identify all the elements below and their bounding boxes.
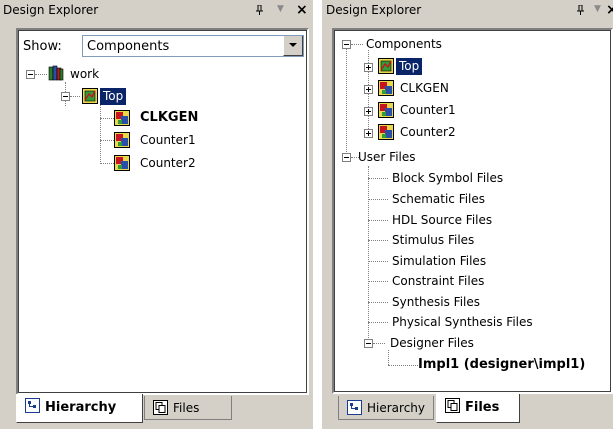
panel-title: Design Explorer: [3, 3, 99, 17]
tree-item-designer-files[interactable]: Designer Files: [390, 336, 474, 351]
tree-line: [368, 240, 388, 241]
tree-line: [368, 261, 388, 262]
tree-item-hdl-source-files[interactable]: HDL Source Files: [392, 213, 492, 228]
top-module-icon: [82, 88, 98, 104]
collapse-toggle[interactable]: [342, 153, 351, 162]
tree-item-components[interactable]: Components: [366, 37, 442, 52]
tab-hierarchy-label: Hierarchy: [45, 400, 117, 415]
tree-item-work[interactable]: work: [70, 67, 99, 82]
component-icon: [378, 102, 394, 118]
collapse-toggle[interactable]: [26, 70, 35, 79]
dropdown-arrow-icon[interactable]: ▼: [277, 4, 284, 14]
tree-line: [368, 322, 388, 323]
tab-hierarchy-label: Hierarchy: [367, 401, 426, 415]
tree-item-top-label: Top: [103, 89, 124, 103]
component-icon: [114, 155, 130, 171]
tree-item-constraint-files[interactable]: Constraint Files: [392, 274, 484, 289]
panel-titlebar: Design Explorer ▼ ×: [322, 0, 613, 22]
component-icon: [378, 124, 394, 140]
tab-files-label: Files: [173, 401, 200, 415]
tab-hierarchy[interactable]: Hierarchy: [338, 396, 434, 420]
tree-item-synthesis-files[interactable]: Synthesis Files: [392, 295, 480, 310]
expand-toggle[interactable]: [364, 85, 373, 94]
expand-toggle[interactable]: [364, 63, 373, 72]
design-explorer-panel-files: Design Explorer ▼ × Components Top CLKGE…: [322, 0, 613, 429]
tree-line: [346, 48, 347, 158]
component-icon: [114, 132, 130, 148]
pin-icon[interactable]: [255, 4, 265, 18]
tree-line: [388, 350, 389, 365]
tree-line: [368, 199, 388, 200]
hierarchy-icon: [347, 400, 362, 415]
tree-item-block-symbol-files[interactable]: Block Symbol Files: [392, 171, 503, 186]
tab-files[interactable]: Files: [436, 394, 520, 423]
chevron-down-icon[interactable]: [283, 36, 303, 56]
expand-toggle[interactable]: [364, 107, 373, 116]
panel-tab-bar: Hierarchy Files: [332, 394, 613, 424]
expand-toggle[interactable]: [364, 129, 373, 138]
component-icon: [378, 80, 394, 96]
hierarchy-icon: [25, 398, 40, 413]
tree-item-impl1[interactable]: Impl1 (designer\impl1): [418, 357, 585, 372]
tree-line: [368, 302, 388, 303]
top-module-icon: [378, 58, 394, 74]
collapse-toggle[interactable]: [61, 92, 70, 101]
dropdown-arrow-icon[interactable]: ▼: [594, 4, 601, 14]
close-icon[interactable]: ×: [296, 2, 308, 18]
pin-icon[interactable]: [576, 4, 586, 18]
show-select[interactable]: Components: [82, 35, 304, 57]
hierarchy-tree-view[interactable]: Show: Components work Top CLKGEN Counter…: [16, 28, 309, 395]
show-select-value: Components: [87, 39, 170, 54]
files-icon: [445, 398, 460, 413]
component-icon: [114, 110, 130, 126]
tree-item-simulation-files[interactable]: Simulation Files: [392, 254, 486, 269]
design-explorer-panel-hierarchy: Design Explorer ▼ × Show: Components wor…: [0, 0, 313, 429]
collapse-toggle[interactable]: [364, 339, 373, 348]
panel-titlebar: Design Explorer ▼ ×: [0, 0, 313, 22]
tree-item-clkgen[interactable]: CLKGEN: [400, 81, 449, 96]
tree-line: [368, 166, 369, 348]
show-label: Show:: [23, 39, 62, 54]
tree-item-schematic-files[interactable]: Schematic Files: [392, 192, 485, 207]
collapse-toggle[interactable]: [342, 40, 351, 49]
library-books-icon: [48, 65, 64, 81]
tree-item-clkgen[interactable]: CLKGEN: [140, 110, 198, 125]
tree-item-physical-synthesis-files[interactable]: Physical Synthesis Files: [392, 315, 533, 330]
tree-line: [368, 220, 388, 221]
files-tree-view[interactable]: Components Top CLKGEN Counter1 Counter2 …: [332, 28, 613, 394]
tree-item-user-files[interactable]: User Files: [358, 150, 416, 165]
tree-item-stimulus-files[interactable]: Stimulus Files: [392, 233, 474, 248]
tree-item-counter2[interactable]: Counter2: [400, 125, 456, 140]
tree-line: [373, 343, 385, 344]
tree-line: [100, 104, 101, 164]
tree-item-top[interactable]: Top: [396, 58, 423, 75]
panel-tab-bar: Hierarchy Files: [16, 394, 309, 424]
tree-line: [35, 74, 47, 75]
tree-line: [388, 365, 418, 366]
tree-item-top[interactable]: Top: [100, 88, 127, 105]
panel-title: Design Explorer: [326, 3, 422, 17]
tree-line: [100, 140, 114, 141]
tab-hierarchy[interactable]: Hierarchy: [16, 394, 143, 423]
tree-item-counter2[interactable]: Counter2: [140, 156, 196, 171]
tree-line: [70, 96, 80, 97]
tree-item-top-label: Top: [399, 59, 420, 73]
close-icon[interactable]: ×: [606, 2, 613, 18]
files-icon: [153, 400, 168, 415]
tree-item-counter1[interactable]: Counter1: [140, 133, 196, 148]
tab-files[interactable]: Files: [144, 396, 232, 420]
tab-files-label: Files: [465, 400, 500, 415]
tree-line: [368, 281, 388, 282]
tree-line: [100, 118, 114, 119]
tree-line: [351, 44, 363, 45]
tree-line: [368, 178, 388, 179]
tree-item-counter1[interactable]: Counter1: [400, 103, 456, 118]
tree-line: [100, 163, 114, 164]
